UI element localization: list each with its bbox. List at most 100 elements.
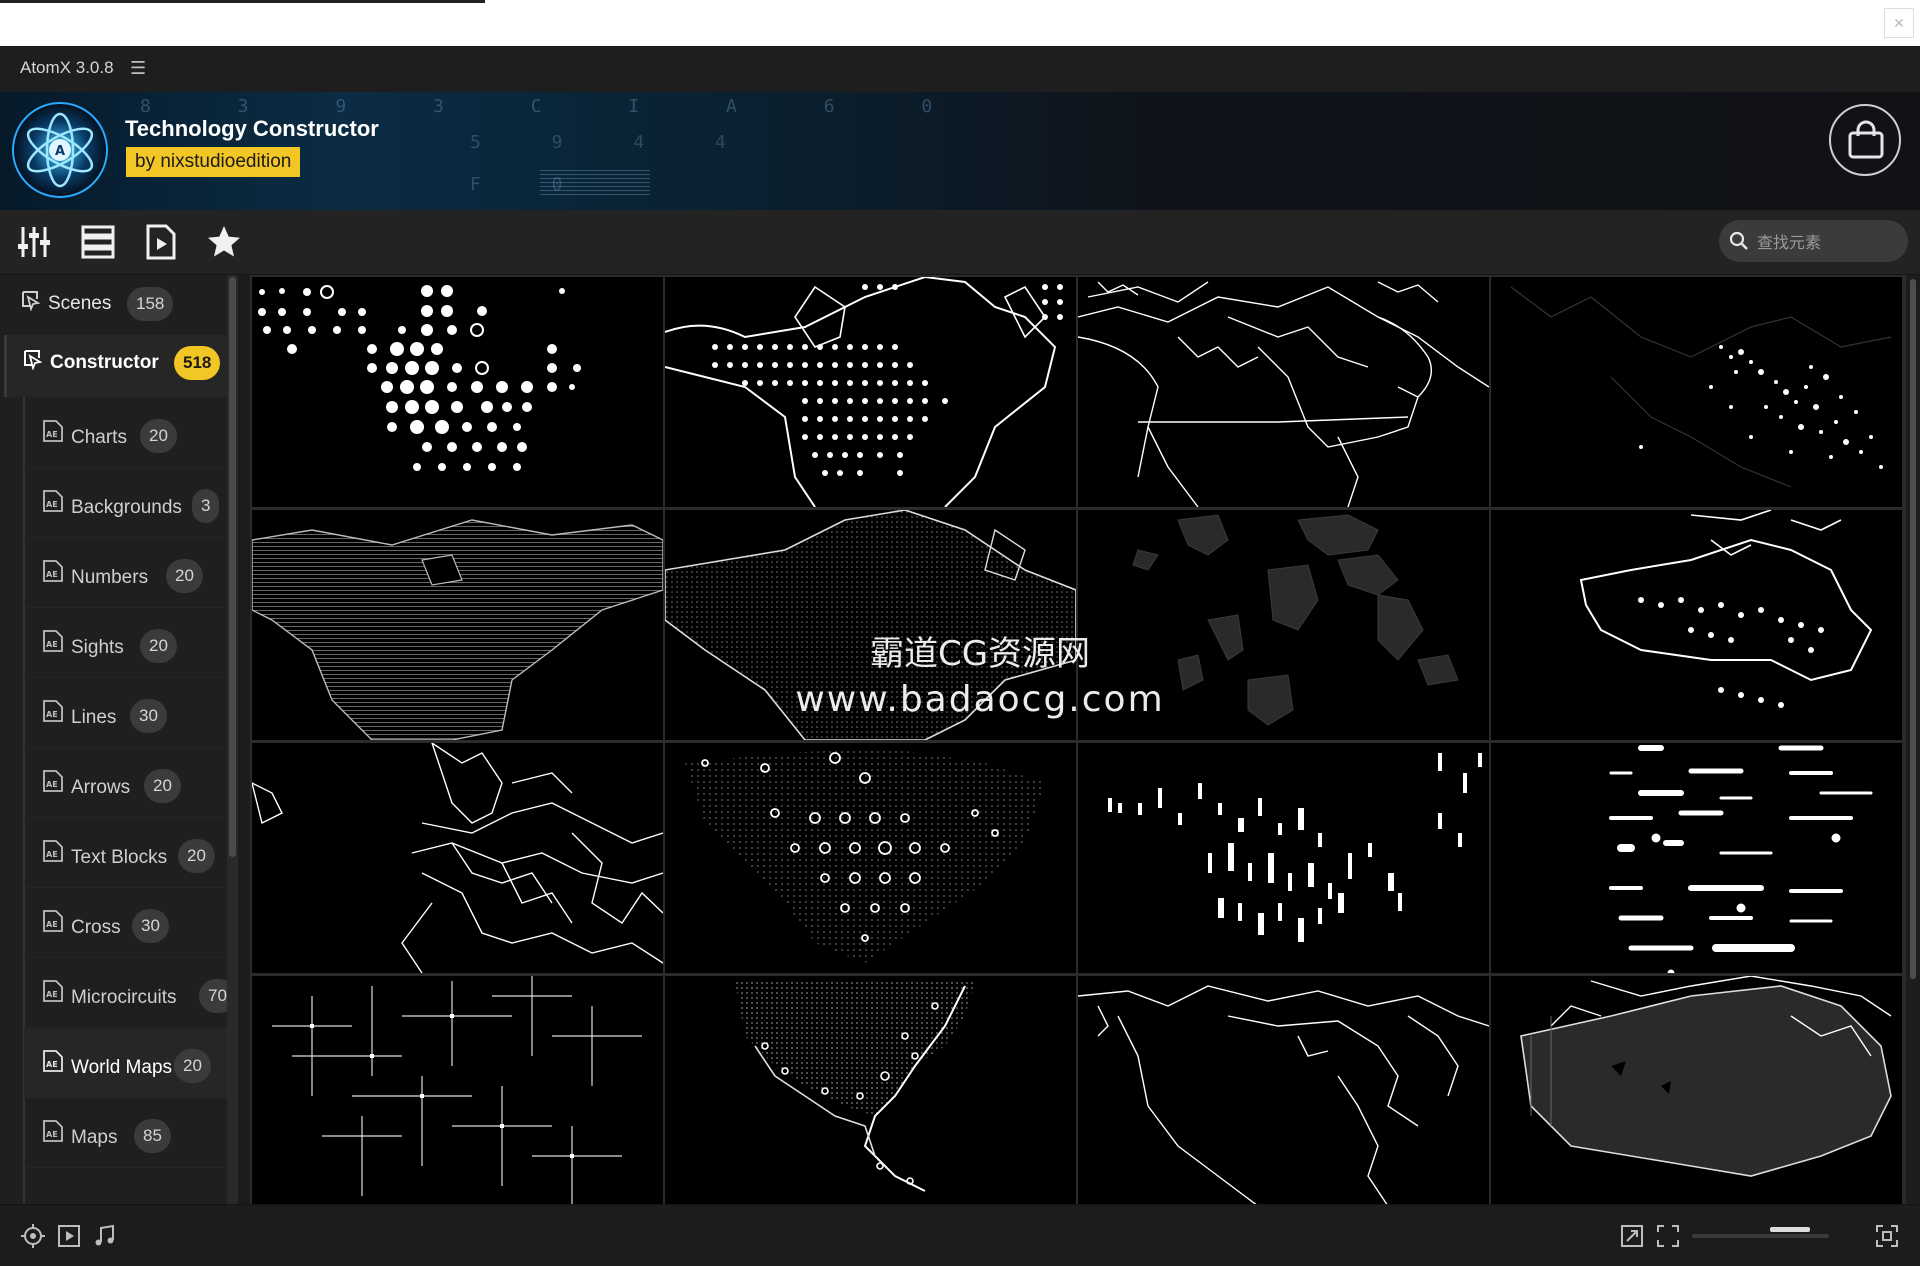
banner-decoration xyxy=(540,170,650,198)
status-bar xyxy=(0,1204,1920,1266)
target-icon[interactable] xyxy=(20,1223,46,1249)
author-badge[interactable]: by nixstudioedition xyxy=(126,147,301,177)
app-window: AtomX 3.0.8 ☰ 8 3 9 3 C I A 6 0 5 9 4 4 … xyxy=(0,46,1920,1266)
subitem-count: 20 xyxy=(140,629,177,663)
preview-tile[interactable] xyxy=(665,277,1076,507)
subitem-label: Cross xyxy=(71,917,121,938)
banner-decoration: 8 3 9 3 C I A 6 0 xyxy=(140,96,971,117)
category-count: 158 xyxy=(127,287,174,321)
subitem-count: 20 xyxy=(144,769,181,803)
banner-decoration: 5 9 4 4 xyxy=(470,132,756,153)
ae-file-icon: AE xyxy=(43,980,63,1002)
subitem-text-blocks[interactable]: AE Text Blocks 20 xyxy=(24,819,227,888)
close-icon[interactable]: ✕ xyxy=(1884,8,1914,38)
subitem-label: Sights xyxy=(71,637,124,658)
expand-icon[interactable] xyxy=(1619,1223,1645,1249)
ae-file-icon: AE xyxy=(43,700,63,722)
fit-icon[interactable] xyxy=(1874,1223,1900,1249)
ae-file-icon: AE xyxy=(43,1120,63,1142)
category-sidebar: Scenes 158 Constructor 518 AE Charts 20 … xyxy=(0,275,238,1204)
subitem-label: Charts xyxy=(71,427,127,448)
category-label: Scenes xyxy=(48,293,112,314)
preview-tile[interactable] xyxy=(1491,743,1902,973)
preview-tile[interactable] xyxy=(252,510,663,740)
video-file-icon[interactable] xyxy=(143,224,179,260)
svg-text:AE: AE xyxy=(46,1130,58,1139)
subitem-label: Backgrounds xyxy=(71,497,182,518)
scrollbar-thumb[interactable] xyxy=(229,277,236,857)
svg-text:AE: AE xyxy=(46,920,58,929)
music-icon[interactable] xyxy=(92,1223,118,1249)
shop-button[interactable] xyxy=(1829,104,1901,176)
menubar: AtomX 3.0.8 ☰ xyxy=(0,46,1920,93)
subitem-cross[interactable]: AE Cross 30 xyxy=(24,889,227,958)
zoom-slider-thumb[interactable] xyxy=(1770,1227,1810,1232)
search-box[interactable] xyxy=(1719,220,1908,264)
preview-tile[interactable] xyxy=(665,743,1076,973)
svg-text:AE: AE xyxy=(46,990,58,999)
subitem-count: 20 xyxy=(166,559,203,593)
ae-file-icon: AE xyxy=(43,560,63,582)
preview-tile[interactable] xyxy=(1491,510,1902,740)
preview-tile[interactable] xyxy=(1078,510,1489,740)
scrollbar-thumb[interactable] xyxy=(1910,279,1916,979)
subitem-count: 20 xyxy=(140,419,177,453)
category-label: Constructor xyxy=(50,352,159,373)
subitem-label: World Maps xyxy=(71,1057,173,1078)
preview-tile[interactable] xyxy=(1078,277,1489,507)
subitem-label: Microcircuits xyxy=(71,987,177,1008)
svg-text:AE: AE xyxy=(46,850,58,859)
subitem-label: Numbers xyxy=(71,567,149,588)
grid-scrollbar[interactable] xyxy=(1908,275,1918,1204)
subitem-count: 85 xyxy=(134,1119,171,1153)
subitem-label: Maps xyxy=(71,1127,118,1148)
subitem-world-maps[interactable]: AE World Maps 20 xyxy=(24,1029,227,1098)
subitem-microcircuits[interactable]: AE Microcircuits 70 xyxy=(24,959,236,1028)
scene-icon xyxy=(22,291,41,311)
preview-tile[interactable] xyxy=(1491,976,1902,1204)
titlebar-progress-line xyxy=(0,0,485,3)
zoom-slider[interactable] xyxy=(1692,1234,1829,1238)
ae-file-icon: AE xyxy=(43,490,63,512)
sliders-icon[interactable] xyxy=(16,224,52,260)
preview-tile[interactable] xyxy=(1491,277,1902,507)
preview-tile[interactable] xyxy=(665,976,1076,1204)
svg-text:AE: AE xyxy=(46,780,58,789)
sidebar-scrollbar[interactable] xyxy=(227,275,238,1204)
fullscreen-icon[interactable] xyxy=(1655,1223,1681,1249)
preview-tile[interactable] xyxy=(1078,743,1489,973)
svg-text:AE: AE xyxy=(46,570,58,579)
product-banner: 8 3 9 3 C I A 6 0 5 9 4 4 F 0 A Technolo… xyxy=(0,92,1920,210)
svg-text:AE: AE xyxy=(46,640,58,649)
ae-file-icon: AE xyxy=(43,770,63,792)
subitem-count: 3 xyxy=(192,489,220,523)
subitem-backgrounds[interactable]: AE Backgrounds 3 xyxy=(24,469,227,538)
svg-text:A: A xyxy=(55,144,65,159)
preview-tile[interactable] xyxy=(252,976,663,1204)
preview-tile[interactable] xyxy=(252,277,663,507)
svg-text:AE: AE xyxy=(46,500,58,509)
ae-file-icon: AE xyxy=(43,630,63,652)
subitem-lines[interactable]: AE Lines 30 xyxy=(24,679,227,748)
ae-file-icon: AE xyxy=(43,1050,63,1072)
list-icon[interactable] xyxy=(80,224,116,260)
subitem-numbers[interactable]: AE Numbers 20 xyxy=(24,539,227,608)
menu-icon[interactable]: ☰ xyxy=(130,58,146,79)
play-icon[interactable] xyxy=(56,1223,82,1249)
subitem-charts[interactable]: AE Charts 20 xyxy=(24,399,227,468)
preview-grid xyxy=(250,275,1906,1204)
preview-tile[interactable] xyxy=(1078,976,1489,1204)
os-titlebar: ✕ xyxy=(0,0,1920,46)
preview-tile[interactable] xyxy=(665,510,1076,740)
search-icon xyxy=(1729,231,1748,250)
subitem-maps[interactable]: AE Maps 85 xyxy=(24,1099,227,1168)
ae-file-icon: AE xyxy=(43,420,63,442)
subitem-sights[interactable]: AE Sights 20 xyxy=(24,609,227,678)
shopping-bag-icon xyxy=(1848,120,1884,159)
subitem-arrows[interactable]: AE Arrows 20 xyxy=(24,749,227,818)
ae-file-icon: AE xyxy=(43,840,63,862)
star-icon[interactable] xyxy=(206,224,242,260)
subitem-count: 30 xyxy=(130,699,167,733)
search-input[interactable] xyxy=(1755,220,1904,264)
preview-tile[interactable] xyxy=(252,743,663,973)
